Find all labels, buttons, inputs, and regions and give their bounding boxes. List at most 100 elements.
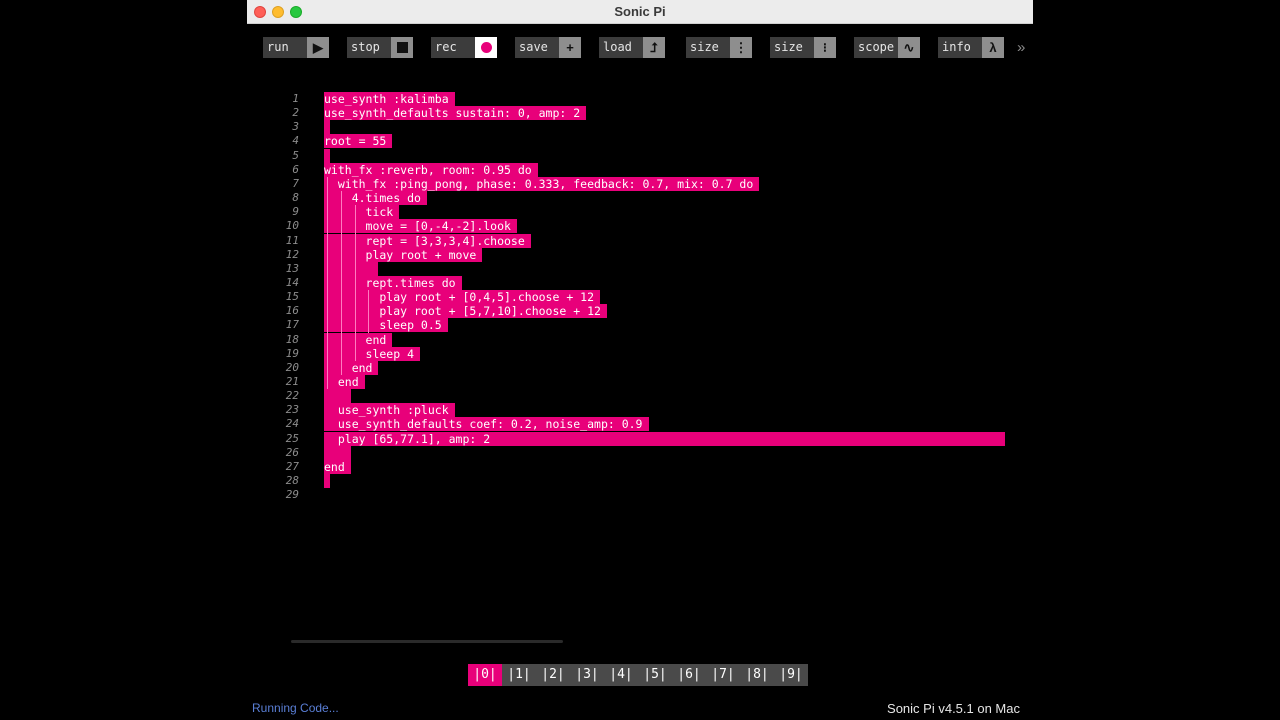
record-icon [475, 37, 497, 58]
line-number: 27 [285, 459, 299, 473]
code-line[interactable]: 14 rept.times do [247, 275, 1033, 290]
load-button[interactable]: load ⮥ [599, 37, 665, 58]
buffer-tab-8[interactable]: |8| [740, 664, 774, 686]
code-text [324, 474, 330, 489]
buffer-tab-1[interactable]: |1| [502, 664, 536, 686]
plus-icon: + [559, 37, 581, 58]
code-line[interactable]: 29 [247, 488, 1033, 502]
indent-guide [340, 191, 342, 375]
code-line[interactable]: 12 play root + move [247, 247, 1033, 262]
code-line[interactable]: 10 move = [0,-4,-2].look [247, 219, 1033, 234]
code-line[interactable]: 4 root = 55 [247, 134, 1033, 149]
horizontal-scrollbar[interactable] [291, 640, 563, 643]
info-button[interactable]: info λ [938, 37, 1004, 58]
code-line[interactable]: 13 [247, 261, 1033, 276]
code-line[interactable]: 19 sleep 4 [247, 346, 1033, 361]
size-down-icon: ⋮ [730, 37, 752, 58]
code-line[interactable]: 28 [247, 474, 1033, 489]
load-icon: ⮥ [643, 37, 665, 58]
code-line[interactable]: 9 tick [247, 205, 1033, 220]
lambda-icon: λ [982, 37, 1004, 58]
line-number: 26 [285, 445, 299, 459]
code-text: end [324, 360, 379, 375]
code-line[interactable]: 22 [247, 389, 1033, 404]
line-number: 2 [292, 106, 299, 120]
run-label: run [263, 37, 307, 58]
code-line[interactable]: 24 use_synth_defaults coef: 0.2, noise_a… [247, 417, 1033, 432]
toolbar: run ▶ stop rec save + load ⮥ size ⋮ size… [247, 24, 1033, 70]
code-text: use_synth :kalimba [324, 92, 455, 106]
code-text: play root + [0,4,5].choose + 12 [324, 290, 601, 305]
scope-button[interactable]: scope ∿ [854, 37, 920, 58]
line-number: 10 [285, 219, 299, 233]
scope-icon: ∿ [898, 37, 920, 58]
code-line[interactable]: 20 end [247, 360, 1033, 375]
code-text: end [324, 459, 351, 474]
code-line[interactable]: 23 use_synth :pluck [247, 403, 1033, 418]
size-down-button[interactable]: size ⋮ [686, 37, 752, 58]
code-line[interactable]: 26 [247, 445, 1033, 460]
line-number: 25 [285, 431, 299, 445]
code-line[interactable]: 15 play root + [0,4,5].choose + 12 [247, 290, 1033, 305]
code-text: play root + [5,7,10].choose + 12 [324, 304, 607, 319]
buffer-tab-6[interactable]: |6| [672, 664, 706, 686]
code-text: use_synth_defaults coef: 0.2, noise_amp:… [324, 417, 649, 432]
size-up-button[interactable]: size ⁝ [770, 37, 836, 58]
line-number: 15 [285, 290, 299, 304]
code-line[interactable]: 6 with_fx :reverb, room: 0.95 do [247, 162, 1033, 177]
code-line[interactable]: 18 end [247, 332, 1033, 347]
buffer-tab-2[interactable]: |2| [536, 664, 570, 686]
line-number: 13 [285, 261, 299, 275]
code-line[interactable]: 17 sleep 0.5 [247, 318, 1033, 333]
code-text: root = 55 [324, 134, 393, 149]
code-text: with_fx :reverb, room: 0.95 do [324, 162, 538, 177]
code-text: end [324, 375, 365, 389]
code-line[interactable]: 21 end [247, 375, 1033, 389]
buffer-tab-4[interactable]: |4| [604, 664, 638, 686]
line-number: 4 [292, 134, 299, 148]
code-text [324, 445, 351, 460]
play-icon: ▶ [307, 37, 329, 58]
code-text: move = [0,-4,-2].look [324, 219, 517, 234]
code-text: use_synth_defaults sustain: 0, amp: 2 [324, 106, 587, 121]
status-version: Sonic Pi v4.5.1 on Mac [887, 701, 1020, 716]
line-number: 24 [285, 417, 299, 431]
line-number: 11 [285, 233, 299, 247]
size-up-label: size [770, 37, 814, 58]
buffer-tabs: |0| |1| |2| |3| |4| |5| |6| |7| |8| |9| [468, 664, 808, 686]
indent-guide [327, 176, 328, 390]
code-line[interactable]: 25 play [65,77.1], amp: 2 [247, 431, 1033, 446]
rec-button[interactable]: rec [431, 37, 497, 58]
stop-button[interactable]: stop [347, 37, 413, 58]
size-up-icon: ⁝ [814, 37, 836, 58]
code-line[interactable]: 16 play root + [5,7,10].choose + 12 [247, 304, 1033, 319]
code-line[interactable]: 27 end [247, 459, 1033, 474]
window-title: Sonic Pi [614, 4, 666, 19]
buffer-tab-9[interactable]: |9| [774, 664, 808, 686]
code-line[interactable]: 3 [247, 120, 1033, 135]
code-line[interactable]: 8 4.times do [247, 191, 1033, 206]
line-number: 21 [285, 375, 299, 388]
buffer-tab-0[interactable]: |0| [468, 664, 502, 686]
line-number: 8 [292, 191, 299, 205]
buffer-tab-7[interactable]: |7| [706, 664, 740, 686]
line-number: 23 [285, 403, 299, 417]
code-line[interactable]: 11 rept = [3,3,3,4].choose [247, 233, 1033, 248]
line-number: 17 [285, 318, 299, 332]
code-editor[interactable]: 1 use_synth :kalimba 2 use_synth_defaults s… [247, 70, 1033, 640]
line-number: 19 [285, 346, 299, 360]
buffer-tab-5[interactable]: |5| [638, 664, 672, 686]
line-number: 9 [292, 205, 299, 219]
code-line[interactable]: 1 use_synth :kalimba [247, 92, 1033, 106]
line-number: 16 [285, 304, 299, 318]
code-line[interactable]: 2 use_synth_defaults sustain: 0, amp: 2 [247, 106, 1033, 121]
scope-label: scope [854, 37, 898, 58]
more-tools-icon[interactable]: » [1017, 37, 1025, 58]
save-button[interactable]: save + [515, 37, 581, 58]
buffer-tab-3[interactable]: |3| [570, 664, 604, 686]
line-number: 6 [292, 162, 299, 176]
code-text [324, 261, 379, 276]
code-line[interactable]: 7 with_fx :ping_pong, phase: 0.333, feed… [247, 176, 1033, 191]
run-button[interactable]: run ▶ [263, 37, 329, 58]
code-line[interactable]: 5 [247, 148, 1033, 163]
